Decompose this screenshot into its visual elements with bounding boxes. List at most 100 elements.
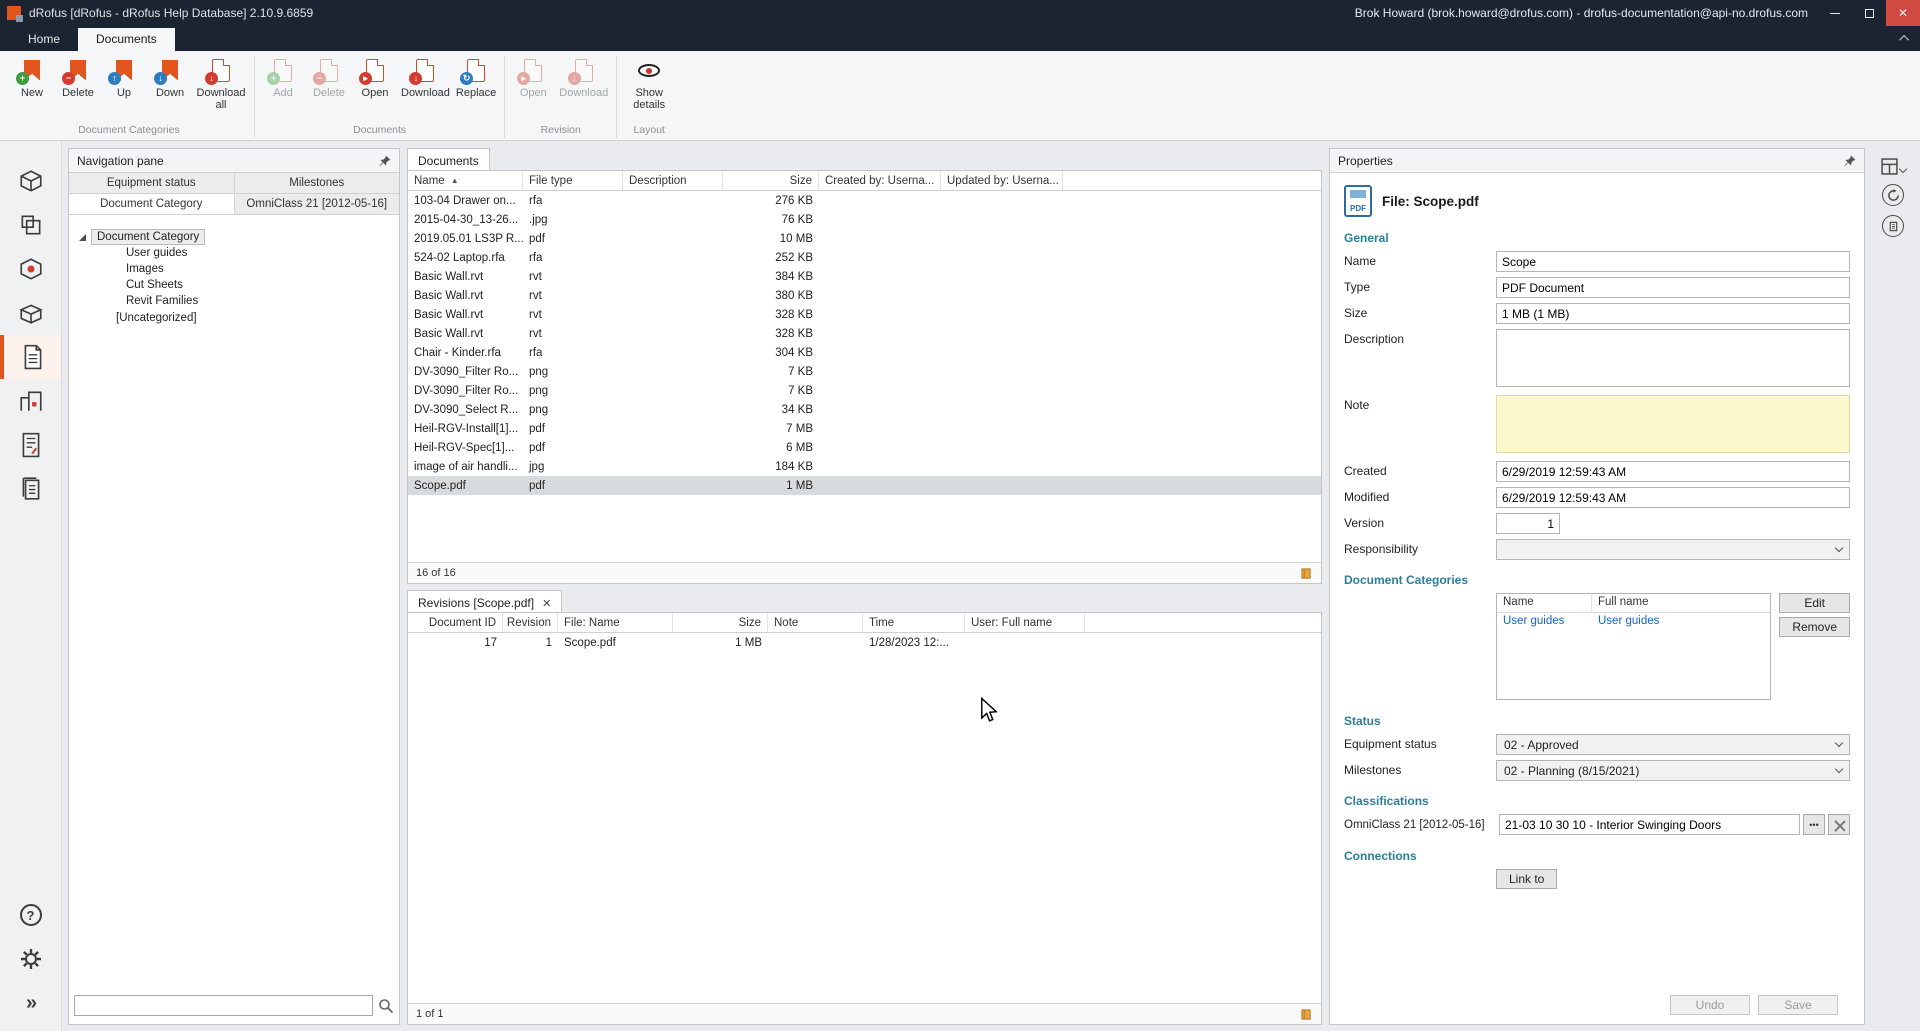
save-button[interactable]: Save: [1758, 995, 1838, 1015]
table-row[interactable]: DV-3090_Filter Ro...png7 KB: [408, 362, 1321, 381]
tree-expander-icon[interactable]: [79, 234, 86, 241]
download-revision-button[interactable]: ↓ Download: [556, 53, 611, 101]
nav-tab-document-category[interactable]: Document Category: [69, 194, 235, 214]
dc-name-link[interactable]: User guides: [1497, 613, 1592, 632]
table-row[interactable]: 103-04 Drawer on...rfa276 KB: [408, 191, 1321, 210]
table-row[interactable]: Chair - Kinder.rfarfa304 KB: [408, 343, 1321, 362]
milestones-dropdown[interactable]: 02 - Planning (8/15/2021): [1496, 760, 1850, 781]
tree-item-user-guides[interactable]: User guides: [123, 245, 393, 261]
help-button[interactable]: ?: [0, 893, 61, 937]
module-documents-button[interactable]: [0, 335, 61, 379]
move-down-button[interactable]: ↓ Down: [147, 53, 193, 101]
nav-tab-omniclass[interactable]: OmniClass 21 [2012-05-16]: [235, 194, 400, 214]
table-row[interactable]: Heil-RGV-Install[1]...pdf7 MB: [408, 419, 1321, 438]
dc-full-name-link[interactable]: User guides: [1592, 613, 1770, 632]
pin-icon[interactable]: [379, 155, 391, 167]
module-logs-button[interactable]: [0, 467, 61, 511]
column-description[interactable]: Description: [623, 171, 723, 190]
download-document-button[interactable]: ↓ Download: [398, 53, 453, 101]
book-icon[interactable]: [1300, 567, 1313, 580]
equipment-status-dropdown[interactable]: 02 - Approved: [1496, 734, 1850, 755]
maximize-button[interactable]: [1852, 0, 1886, 26]
documents-tab[interactable]: Documents: [407, 148, 490, 170]
table-row[interactable]: 2015-04-30_13-26....jpg76 KB: [408, 210, 1321, 229]
column-name[interactable]: Name▲: [408, 171, 523, 190]
module-items-button[interactable]: [0, 247, 61, 291]
table-row[interactable]: Basic Wall.rvtrvt328 KB: [408, 324, 1321, 343]
edit-button[interactable]: Edit: [1779, 593, 1850, 613]
created-field[interactable]: [1496, 461, 1850, 482]
tree-root-label[interactable]: Document Category: [91, 229, 205, 245]
tree-item-revit-families[interactable]: Revit Families: [123, 293, 393, 309]
omniclass-field[interactable]: [1499, 814, 1800, 835]
open-revision-button[interactable]: ▸ Open: [510, 53, 556, 101]
layout-selector-button[interactable]: [1881, 158, 1906, 175]
settings-button[interactable]: [0, 937, 61, 981]
tab-documents[interactable]: Documents: [78, 28, 175, 51]
table-row[interactable]: Basic Wall.rvtrvt380 KB: [408, 286, 1321, 305]
description-field[interactable]: [1496, 329, 1850, 387]
open-document-button[interactable]: ▸ Open: [352, 53, 398, 101]
table-row[interactable]: 2019.05.01 LS3P R...pdf10 MB: [408, 229, 1321, 248]
table-row[interactable]: image of air handli...jpg184 KB: [408, 457, 1321, 476]
version-field[interactable]: [1496, 513, 1560, 534]
new-category-button[interactable]: + New: [9, 53, 55, 101]
close-tab-icon[interactable]: ✕: [542, 597, 551, 610]
modified-field[interactable]: [1496, 487, 1850, 508]
type-field[interactable]: [1496, 277, 1850, 298]
add-document-button[interactable]: + Add: [260, 53, 306, 101]
column-size[interactable]: Size: [723, 171, 819, 190]
nav-tab-equipment-status[interactable]: Equipment status: [69, 173, 235, 193]
module-rooms-button[interactable]: [0, 159, 61, 203]
module-products-button[interactable]: [0, 291, 61, 335]
table-row[interactable]: DV-3090_Filter Ro...png7 KB: [408, 381, 1321, 400]
column-file-name[interactable]: File: Name: [558, 613, 673, 632]
search-input[interactable]: [74, 995, 373, 1016]
dc-row[interactable]: User guides User guides: [1497, 613, 1770, 632]
collapse-ribbon-button[interactable]: [1890, 26, 1920, 51]
name-field[interactable]: [1496, 251, 1850, 272]
column-time[interactable]: Time: [863, 613, 965, 632]
pin-icon[interactable]: [1844, 155, 1856, 167]
omniclass-browse-button[interactable]: •••: [1803, 814, 1825, 835]
column-rev-size[interactable]: Size: [673, 613, 768, 632]
download-all-button[interactable]: ↓ Download all: [193, 53, 249, 113]
note-field[interactable]: [1496, 395, 1850, 453]
revisions-tab[interactable]: Revisions [Scope.pdf] ✕: [407, 590, 562, 612]
table-row[interactable]: Heil-RGV-Spec[1]...pdf6 MB: [408, 438, 1321, 457]
column-created-by[interactable]: Created by: Userna...: [819, 171, 941, 190]
book-icon[interactable]: [1300, 1008, 1313, 1021]
nav-tab-milestones[interactable]: Milestones: [235, 173, 400, 193]
search-icon[interactable]: [378, 998, 394, 1014]
module-buildings-button[interactable]: [0, 379, 61, 423]
undo-button[interactable]: Undo: [1670, 995, 1750, 1015]
tree-item-uncategorized[interactable]: [Uncategorized]: [113, 309, 393, 327]
dc-column-full-name[interactable]: Full name: [1592, 594, 1770, 612]
omniclass-clear-button[interactable]: [1828, 814, 1850, 835]
module-functions-button[interactable]: [0, 203, 61, 247]
dc-column-name[interactable]: Name: [1497, 594, 1592, 612]
minimize-button[interactable]: [1818, 0, 1852, 26]
tree-item-cut-sheets[interactable]: Cut Sheets: [123, 277, 393, 293]
table-row[interactable]: Basic Wall.rvtrvt328 KB: [408, 305, 1321, 324]
tab-home[interactable]: Home: [10, 28, 78, 51]
responsibility-dropdown[interactable]: [1496, 539, 1850, 560]
column-user[interactable]: User: Full name: [965, 613, 1085, 632]
tree-root-row[interactable]: Document Category: [79, 229, 393, 245]
table-row[interactable]: DV-3090_Select R...png34 KB: [408, 400, 1321, 419]
delete-document-button[interactable]: − Delete: [306, 53, 352, 101]
column-updated-by[interactable]: Updated by: Userna...: [941, 171, 1063, 190]
tree-item-images[interactable]: Images: [123, 261, 393, 277]
show-details-button[interactable]: Show details: [622, 53, 676, 113]
document-log-button[interactable]: [1882, 215, 1904, 237]
remove-button[interactable]: Remove: [1779, 617, 1850, 637]
history-button[interactable]: [1882, 184, 1904, 206]
column-revision[interactable]: Revision: [503, 613, 558, 632]
module-reports-button[interactable]: [0, 423, 61, 467]
replace-document-button[interactable]: ↻ Replace: [453, 53, 499, 101]
column-note[interactable]: Note: [768, 613, 863, 632]
close-button[interactable]: ✕: [1886, 0, 1920, 26]
expand-strip-button[interactable]: »: [0, 981, 61, 1025]
delete-category-button[interactable]: − Delete: [55, 53, 101, 101]
column-file-type[interactable]: File type: [523, 171, 623, 190]
